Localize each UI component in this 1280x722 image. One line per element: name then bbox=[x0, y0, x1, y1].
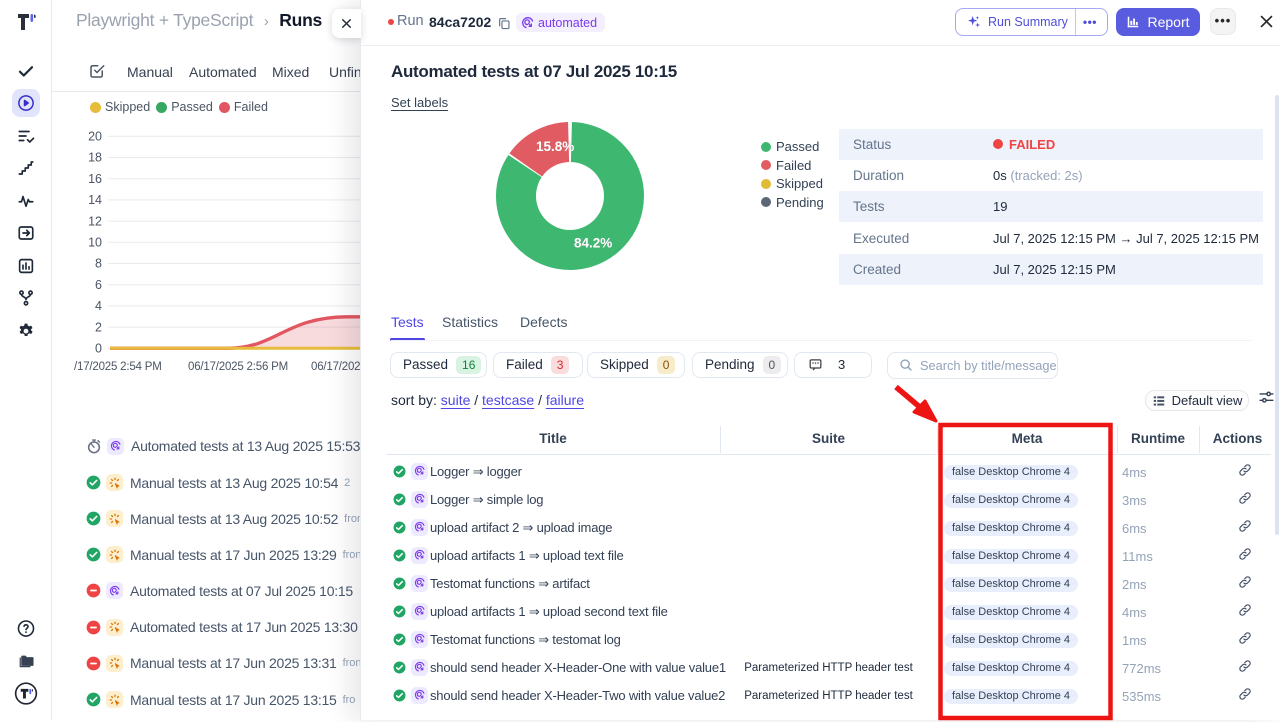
svg-text:84.2%: 84.2% bbox=[574, 236, 612, 251]
svg-text:14: 14 bbox=[88, 193, 102, 207]
svg-text:10: 10 bbox=[88, 236, 102, 250]
svg-text:4: 4 bbox=[95, 299, 102, 313]
svg-text:2: 2 bbox=[95, 320, 102, 334]
svg-text:15.8%: 15.8% bbox=[536, 139, 574, 154]
svg-text:0: 0 bbox=[95, 342, 102, 356]
svg-text:16: 16 bbox=[88, 172, 102, 186]
svg-text:20: 20 bbox=[88, 130, 102, 144]
svg-text:8: 8 bbox=[95, 257, 102, 271]
svg-text:6: 6 bbox=[95, 278, 102, 292]
svg-text:18: 18 bbox=[88, 151, 102, 165]
svg-text:06/17/2025 2:56 PM: 06/17/2025 2:56 PM bbox=[188, 361, 288, 373]
svg-text:12: 12 bbox=[88, 214, 102, 228]
svg-text:/17/2025 2:54 PM: /17/2025 2:54 PM bbox=[74, 361, 162, 373]
svg-text:06/17/2025: 06/17/2025 bbox=[311, 361, 367, 373]
